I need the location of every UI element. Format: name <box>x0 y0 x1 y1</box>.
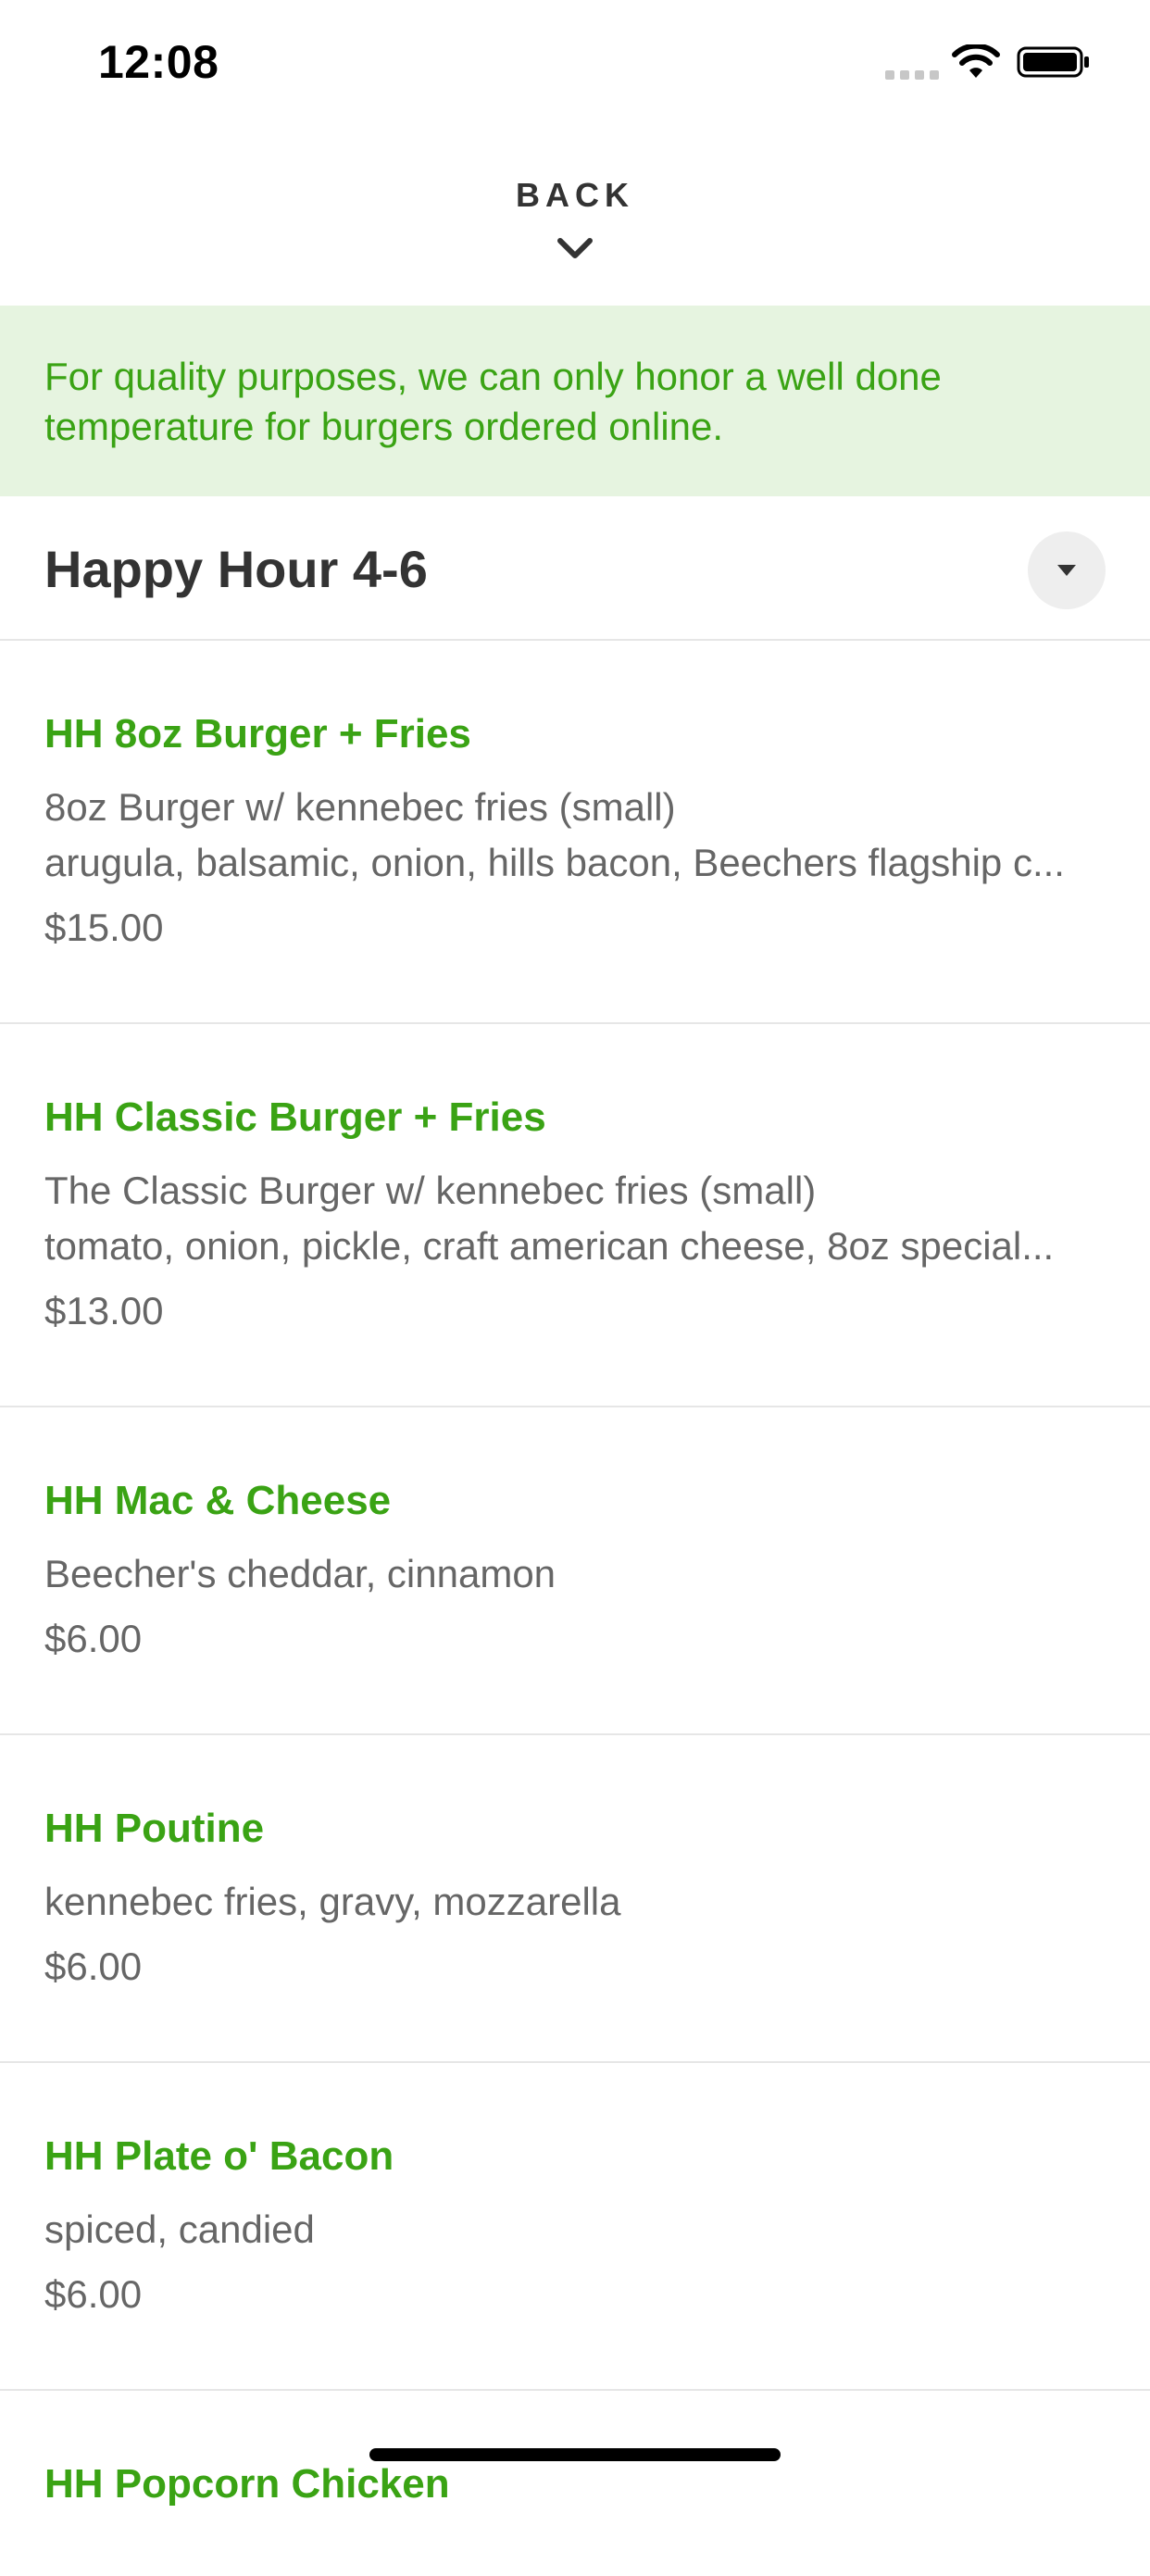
status-time: 12:08 <box>98 36 219 88</box>
item-description: arugula, balsamic, onion, hills bacon, B… <box>44 841 1065 884</box>
item-price: $6.00 <box>44 1945 143 1988</box>
menu-item[interactable]: HH Popcorn Chicken <box>0 2391 1150 2576</box>
item-price: $6.00 <box>44 2272 143 2316</box>
menu-item[interactable]: HH Poutine kennebec fries, gravy, mozzar… <box>0 1735 1150 2063</box>
item-price: $13.00 <box>44 1289 164 1332</box>
menu-item[interactable]: HH Plate o' Bacon spiced, candied $6.00 <box>0 2063 1150 2391</box>
item-name: HH Plate o' Bacon <box>44 2133 394 2179</box>
item-price: $6.00 <box>44 1617 143 1660</box>
menu-item[interactable]: HH Mac & Cheese Beecher's cheddar, cinna… <box>0 1407 1150 1735</box>
home-indicator <box>369 2448 781 2461</box>
item-name: HH Poutine <box>44 1806 265 1851</box>
wifi-icon <box>952 44 1000 78</box>
signal-icon <box>885 70 939 80</box>
notice-text: For quality purposes, we can only honor … <box>44 355 942 448</box>
item-description: tomato, onion, pickle, craft american ch… <box>44 1224 1055 1268</box>
item-description: kennebec fries, gravy, mozzarella <box>44 1880 621 1923</box>
back-label: BACK <box>516 176 634 214</box>
item-name: HH 8oz Burger + Fries <box>44 711 471 757</box>
section-title: Happy Hour 4-6 <box>44 540 428 598</box>
caret-down-icon <box>1057 565 1076 576</box>
item-name: HH Mac & Cheese <box>44 1478 392 1523</box>
menu-list: HH 8oz Burger + Fries 8oz Burger w/ kenn… <box>0 641 1150 2576</box>
item-price: $15.00 <box>44 906 164 949</box>
item-description: Beecher's cheddar, cinnamon <box>44 1552 556 1595</box>
back-button[interactable]: BACK <box>0 122 1150 306</box>
item-description: spiced, candied <box>44 2207 315 2251</box>
section-header[interactable]: Happy Hour 4-6 <box>0 496 1150 641</box>
section-collapse-button[interactable] <box>1028 531 1106 609</box>
chevron-down-icon <box>557 238 593 258</box>
menu-item[interactable]: HH Classic Burger + Fries The Classic Bu… <box>0 1024 1150 1407</box>
status-bar: 12:08 <box>0 0 1150 122</box>
item-name: HH Classic Burger + Fries <box>44 1094 546 1140</box>
menu-item[interactable]: HH 8oz Burger + Fries 8oz Burger w/ kenn… <box>0 641 1150 1024</box>
item-description: The Classic Burger w/ kennebec fries (sm… <box>44 1169 817 1212</box>
item-description: 8oz Burger w/ kennebec fries (small) <box>44 785 676 829</box>
notice-banner: For quality purposes, we can only honor … <box>0 306 1150 496</box>
battery-icon <box>1017 46 1089 78</box>
item-name: HH Popcorn Chicken <box>44 2461 450 2507</box>
